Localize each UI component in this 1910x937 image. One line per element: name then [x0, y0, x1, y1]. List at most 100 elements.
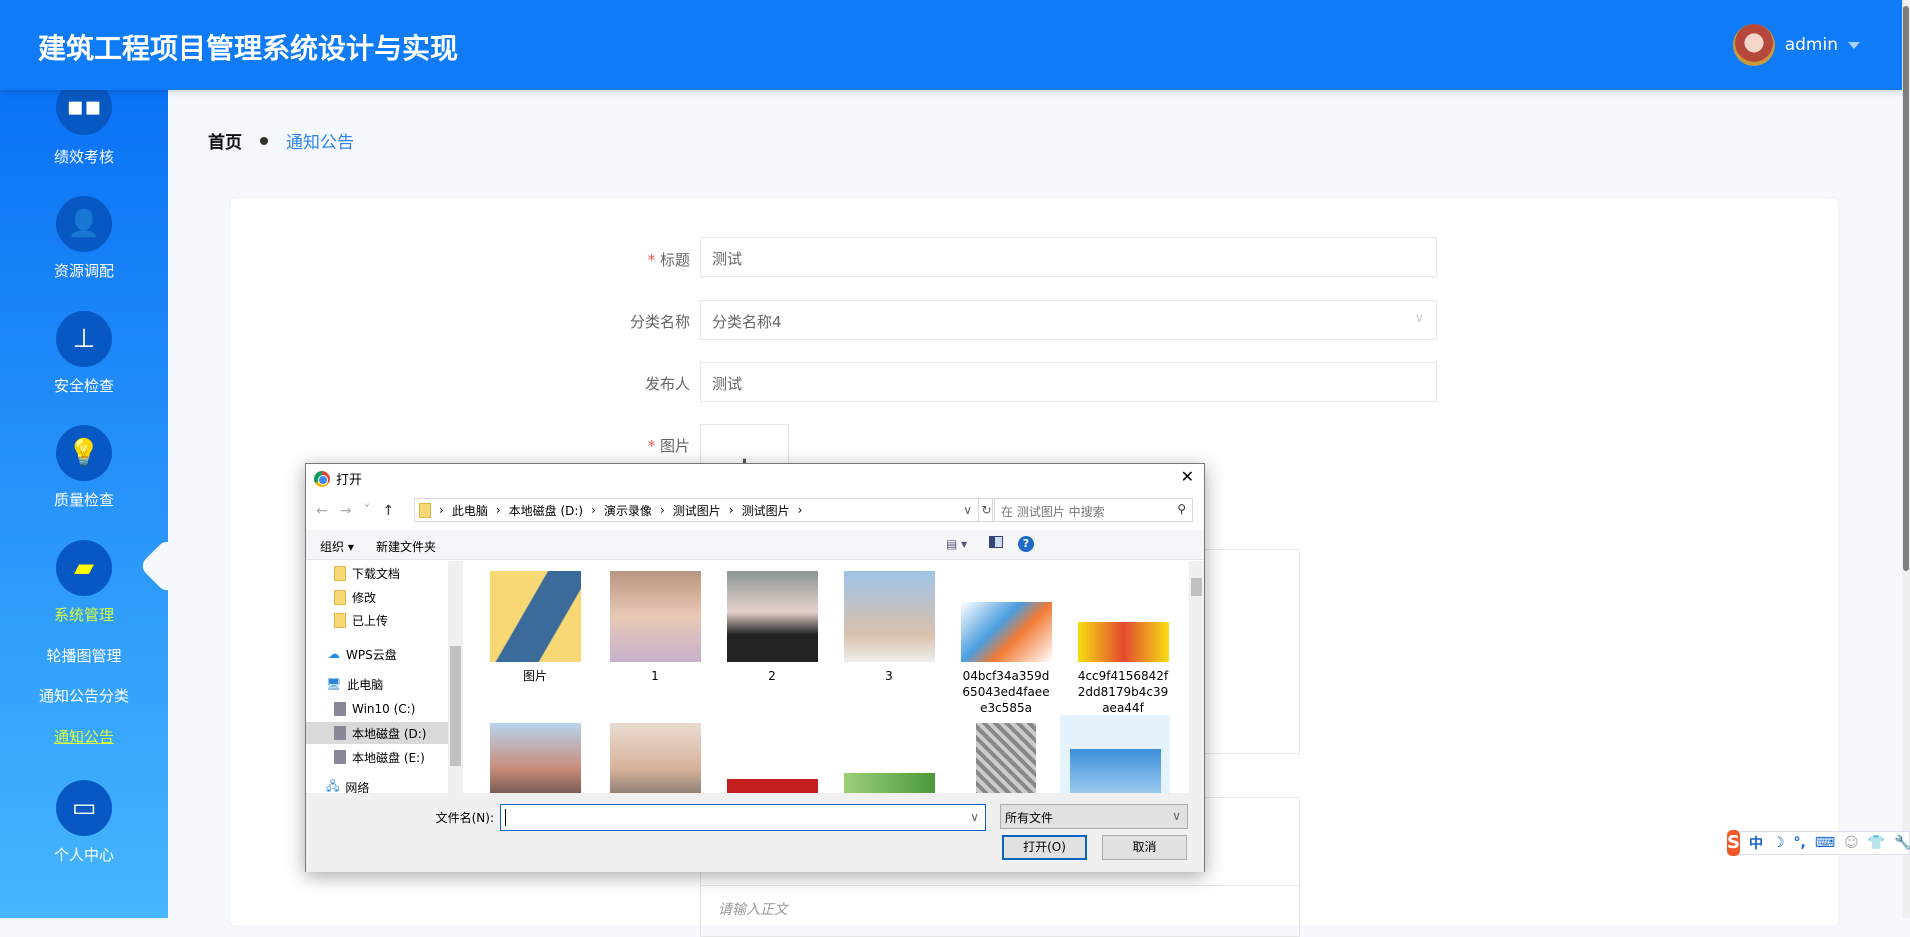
- drive-icon: [334, 726, 346, 740]
- sidebar-item-profile[interactable]: 个人中心: [0, 844, 168, 865]
- file-item[interactable]: [717, 779, 827, 793]
- breadcrumb-current[interactable]: 通知公告: [286, 128, 354, 153]
- file-item[interactable]: [951, 723, 1061, 793]
- view-options-icon[interactable]: ▤ ▾: [946, 537, 967, 551]
- file-item[interactable]: [600, 723, 710, 793]
- sidebar-item-performance[interactable]: 绩效考核: [0, 146, 168, 167]
- title-label: * 标题: [647, 251, 690, 269]
- category-label: 分类名称: [629, 313, 690, 331]
- ime-language[interactable]: 中: [1749, 833, 1763, 853]
- file-item[interactable]: [834, 773, 944, 793]
- editor-placeholder: 请输入正文: [718, 902, 788, 918]
- user-menu[interactable]: admin: [1732, 24, 1860, 66]
- close-icon[interactable]: ✕: [1181, 467, 1194, 486]
- file-type-select[interactable]: 所有文件 ∨: [1000, 804, 1188, 829]
- title-input[interactable]: 测试: [700, 237, 1437, 277]
- sidebar-sub-notice[interactable]: 通知公告: [0, 726, 168, 747]
- cancel-button[interactable]: 取消: [1102, 835, 1187, 860]
- dialog-title: 打开: [336, 473, 363, 488]
- punctuation-icon[interactable]: °,: [1794, 835, 1806, 851]
- file-item[interactable]: 图片: [480, 571, 590, 684]
- file-item-hover[interactable]: [1060, 715, 1170, 793]
- dialog-toolbar: 组织 ▾ 新建文件夹 ▤ ▾ ?: [306, 530, 1204, 560]
- nav-item[interactable]: ☁ WPS云盘: [306, 643, 448, 665]
- page-scrollbar[interactable]: [1902, 0, 1910, 918]
- file-item[interactable]: 3: [834, 571, 944, 684]
- sidebar-sub-carousel[interactable]: 轮播图管理: [0, 645, 168, 666]
- search-input[interactable]: 在 测试图片 中搜索 ⚲: [992, 498, 1193, 522]
- keyboard-icon[interactable]: ⌨: [1815, 835, 1835, 851]
- stamp-icon[interactable]: ⊥: [56, 311, 112, 367]
- path-segment[interactable]: 本地磁盘 (D:): [509, 502, 583, 519]
- moon-icon[interactable]: ☽: [1772, 835, 1785, 851]
- chevron-down-icon[interactable]: ∨: [970, 810, 979, 824]
- forward-icon[interactable]: →: [340, 503, 352, 519]
- cloud-icon: ☁: [328, 647, 340, 661]
- file-item[interactable]: 4cc9f4156842f2dd8179b4c39aea44f: [1068, 571, 1178, 716]
- drive-icon: [334, 702, 346, 716]
- ime-toolbar[interactable]: S 中 ☽ °, ⌨ ☺ 👕 🔧: [1727, 830, 1910, 856]
- nav-item[interactable]: 已上传: [306, 609, 448, 631]
- file-list-scrollbar[interactable]: [1189, 561, 1204, 793]
- up-icon[interactable]: ↑: [382, 503, 394, 519]
- help-icon[interactable]: ?: [1018, 536, 1034, 552]
- file-item[interactable]: [480, 723, 590, 793]
- nav-item[interactable]: 下载文档: [306, 562, 448, 584]
- avatar: [1732, 24, 1775, 66]
- recent-icon[interactable]: ˅: [363, 503, 370, 519]
- filename-input[interactable]: ∨: [500, 804, 986, 831]
- file-item[interactable]: 1: [600, 571, 710, 684]
- file-list: 图片 1 2 3 04bcf34a359d65043ed4faeee3c585a…: [464, 561, 1204, 793]
- user-icon[interactable]: ☺: [1844, 835, 1859, 851]
- nav-scrollbar[interactable]: [448, 561, 463, 793]
- sidebar-item-system[interactable]: 系统管理: [0, 604, 168, 625]
- open-button[interactable]: 打开(O): [1002, 835, 1087, 860]
- file-item[interactable]: 04bcf34a359d65043ed4faeee3c585a: [951, 571, 1061, 716]
- address-bar[interactable]: › 此电脑 › 本地磁盘 (D:) › 演示录像 › 测试图片 › 测试图片 › ∨: [414, 498, 979, 522]
- image-label: * 图片: [647, 437, 690, 455]
- back-icon[interactable]: ←: [316, 503, 328, 519]
- nav-item-selected[interactable]: 本地磁盘 (D:): [306, 722, 448, 744]
- navigation-pane: 下载文档 修改 已上传 ☁ WPS云盘 🖥 此电脑 Win10 (C:) 本地磁盘 …: [306, 561, 464, 793]
- card-icon[interactable]: ▭: [56, 780, 112, 836]
- sidebar-item-safety[interactable]: 安全检查: [0, 375, 168, 396]
- lightbulb-icon[interactable]: 💡: [56, 425, 112, 481]
- caret-down-icon: [1848, 41, 1860, 49]
- wallet-icon[interactable]: ▰: [56, 540, 112, 596]
- skin-icon[interactable]: 👕: [1868, 835, 1885, 851]
- nav-item[interactable]: 本地磁盘 (E:): [306, 746, 448, 768]
- sidebar-item-quality[interactable]: 质量检查: [0, 489, 168, 510]
- publisher-input[interactable]: 测试: [700, 362, 1437, 402]
- grid-icon[interactable]: ▪▪: [56, 90, 112, 135]
- chevron-down-icon[interactable]: ∨: [963, 503, 972, 517]
- app-title: 建筑工程项目管理系统设计与实现: [38, 32, 459, 65]
- nav-item[interactable]: 修改: [306, 586, 448, 608]
- category-select[interactable]: 分类名称4 ∨: [700, 300, 1437, 340]
- folder-icon: [419, 502, 431, 518]
- active-indicator: [138, 537, 168, 595]
- path-segment[interactable]: 此电脑: [452, 502, 488, 519]
- wrench-icon[interactable]: 🔧: [1894, 835, 1910, 851]
- file-open-dialog: 打开 ✕ ← → ˅ ↑ › 此电脑 › 本地磁盘 (D:) › 演示录像 › 测试图片 › …: [305, 463, 1205, 872]
- breadcrumb-home[interactable]: 首页: [208, 128, 242, 153]
- nav-item[interactable]: 🖧 网络: [306, 776, 448, 794]
- sidebar-item-resources[interactable]: 资源调配: [0, 260, 168, 281]
- file-item[interactable]: 2: [717, 571, 827, 684]
- path-segment[interactable]: 测试图片: [673, 502, 721, 519]
- computer-icon: 🖥: [326, 677, 342, 691]
- path-segment[interactable]: 演示录像: [604, 502, 652, 519]
- top-header: 建筑工程项目管理系统设计与实现 admin: [0, 0, 1902, 90]
- nav-item[interactable]: 🖥 此电脑: [306, 673, 448, 695]
- nav-item[interactable]: Win10 (C:): [306, 698, 448, 720]
- preview-pane-icon[interactable]: [989, 536, 1003, 548]
- filename-label: 文件名(N):: [435, 811, 494, 825]
- search-icon: ⚲: [1177, 502, 1186, 516]
- sidebar-sub-notice-category[interactable]: 通知公告分类: [0, 685, 168, 706]
- organize-button[interactable]: 组织 ▾: [320, 538, 354, 555]
- chrome-icon: [314, 470, 330, 487]
- new-folder-button[interactable]: 新建文件夹: [376, 538, 436, 555]
- path-segment[interactable]: 测试图片: [742, 502, 790, 519]
- user-icon[interactable]: 👤: [56, 196, 112, 252]
- dialog-footer: 文件名(N): ∨ 所有文件 ∨ 打开(O) 取消: [306, 793, 1204, 872]
- sogou-logo-icon: S: [1727, 830, 1740, 856]
